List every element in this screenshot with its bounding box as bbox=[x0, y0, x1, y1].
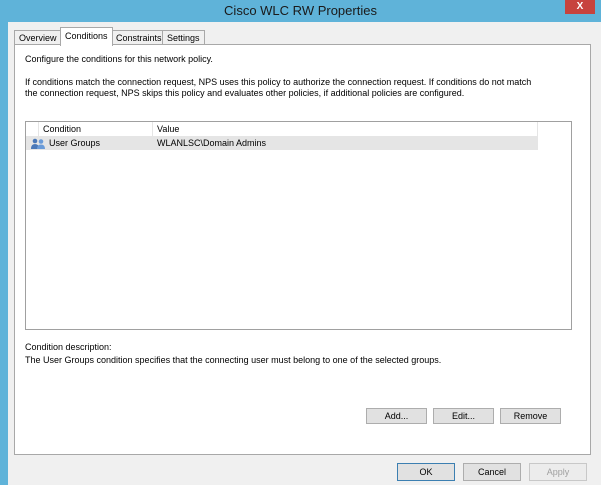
window-title: Cisco WLC RW Properties bbox=[224, 3, 377, 18]
condition-cell: User Groups bbox=[49, 138, 101, 148]
column-header-condition[interactable]: Condition bbox=[39, 122, 153, 136]
tab-overview[interactable]: Overview bbox=[14, 30, 62, 45]
user-group-icon bbox=[31, 138, 45, 149]
cancel-button[interactable]: Cancel bbox=[463, 463, 521, 481]
close-button[interactable]: X bbox=[565, 0, 595, 14]
properties-window: Cisco WLC RW Properties X Overview Condi… bbox=[0, 0, 601, 485]
edit-button[interactable]: Edit... bbox=[433, 408, 494, 424]
tab-constraints[interactable]: Constraints bbox=[111, 30, 167, 45]
list-header: Condition Value bbox=[26, 122, 538, 137]
apply-button[interactable]: Apply bbox=[529, 463, 587, 481]
tab-settings[interactable]: Settings bbox=[162, 30, 205, 45]
list-item[interactable]: User Groups WLANLSC\Domain Admins bbox=[26, 137, 538, 150]
tab-conditions[interactable]: Conditions bbox=[60, 27, 113, 46]
title-bar[interactable]: Cisco WLC RW Properties X bbox=[0, 0, 601, 22]
condition-description-label: Condition description: bbox=[25, 342, 112, 352]
column-header-value[interactable]: Value bbox=[153, 122, 538, 136]
condition-description-text: The User Groups condition specifies that… bbox=[25, 355, 442, 365]
ok-button[interactable]: OK bbox=[397, 463, 455, 481]
dialog-client-area: Overview Conditions Constraints Settings… bbox=[8, 22, 601, 485]
conditions-list[interactable]: Condition Value User Groups WLANLSC\Doma… bbox=[25, 121, 572, 330]
list-header-spacer bbox=[26, 122, 39, 136]
remove-button[interactable]: Remove bbox=[500, 408, 561, 424]
conditions-panel: Configure the conditions for this networ… bbox=[14, 44, 591, 455]
panel-intro-text: Configure the conditions for this networ… bbox=[25, 54, 213, 64]
close-icon: X bbox=[576, 1, 584, 12]
value-cell: WLANLSC\Domain Admins bbox=[157, 138, 267, 148]
panel-description-text: If conditions match the connection reque… bbox=[25, 77, 532, 98]
add-button[interactable]: Add... bbox=[366, 408, 427, 424]
